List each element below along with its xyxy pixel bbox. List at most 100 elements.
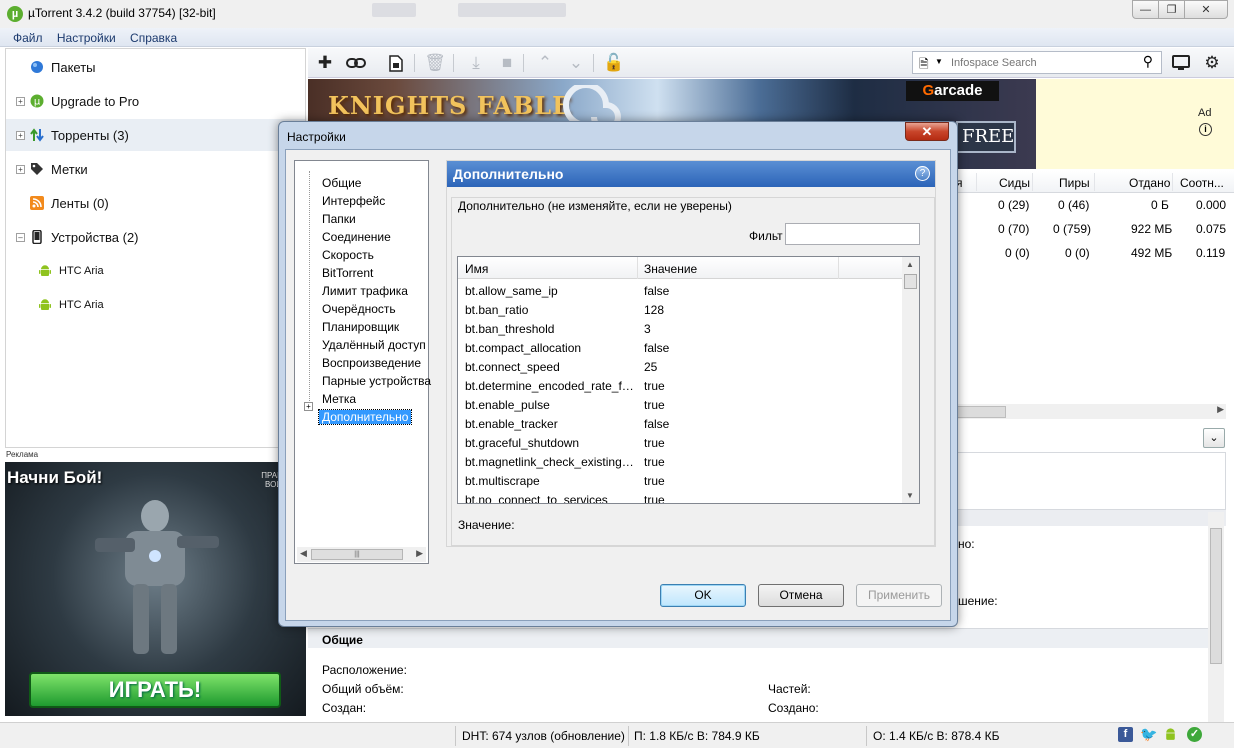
close-button[interactable]: ✕ (1184, 0, 1228, 19)
facebook-icon[interactable]: f (1118, 727, 1133, 742)
collapse-toggle[interactable]: – (16, 232, 25, 242)
collapse-details-button[interactable]: ⌄ (1203, 428, 1225, 448)
dialog-close-button[interactable]: ✕ (905, 122, 949, 141)
preferences-button[interactable]: ⚙ (1201, 53, 1223, 73)
expand-toggle[interactable]: + (16, 164, 25, 174)
scrollbar-thumb[interactable] (1210, 528, 1222, 664)
create-torrent-button[interactable] (385, 53, 407, 73)
menu-file[interactable]: Файл (13, 31, 43, 45)
caret-down-icon[interactable]: ▼ (935, 57, 943, 66)
table-row[interactable]: bt.magnetlink_check_existing_... true (458, 453, 903, 472)
maximize-button[interactable]: ❐ (1158, 0, 1185, 19)
move-up-button[interactable]: ⌃ (534, 53, 556, 73)
search-provider-icon[interactable]: 🗎 (919, 55, 929, 76)
remote-button[interactable] (1170, 53, 1192, 73)
tree-item-remote[interactable]: Удалённый доступ (322, 338, 426, 352)
tree-item-bandwidth[interactable]: Скорость (322, 248, 374, 262)
table-row[interactable]: bt.connect_speed 25 (458, 358, 903, 377)
tree-item-connection[interactable]: Соединение (322, 230, 391, 244)
play-free-button[interactable]: FREE (956, 121, 1016, 153)
apply-button[interactable]: Применить (856, 584, 942, 607)
scroll-right-arrow-icon[interactable]: ▶ (1217, 404, 1224, 415)
table-row[interactable]: bt.ban_threshold 3 (458, 320, 903, 339)
scroll-left-arrow-icon[interactable]: ◀ (300, 548, 307, 559)
column-header-value[interactable]: Значение (644, 262, 697, 276)
table-row[interactable]: bt.allow_same_ip false (458, 282, 903, 301)
advanced-settings-list[interactable]: Имя Значение bt.allow_same_ip false bt.ba… (457, 256, 920, 504)
sidebar-item-bundles[interactable]: Пакеты (6, 51, 305, 83)
filter-input[interactable] (785, 223, 920, 245)
list-vertical-scrollbar[interactable]: ▲ ▼ (902, 257, 919, 503)
expand-toggle[interactable]: + (16, 96, 25, 106)
table-row[interactable]: bt.enable_tracker false (458, 415, 903, 434)
table-row[interactable]: bt.multiscrape true (458, 472, 903, 491)
sidebar-item-device-htc-aria[interactable]: HTC Aria (6, 255, 305, 287)
list-horizontal-scrollbar[interactable]: ▶ (956, 404, 1226, 419)
tree-item-general[interactable]: Общие (322, 176, 361, 190)
tree-item-transfer-cap[interactable]: Лимит трафика (322, 284, 408, 298)
unlock-button[interactable]: 🔓 (603, 53, 625, 73)
add-torrent-button[interactable]: ✚ (314, 53, 336, 73)
cancel-button[interactable]: Отмена (758, 584, 844, 607)
tree-item-scheduler[interactable]: Планировщик (322, 320, 399, 334)
game-advertisement[interactable]: Начни Бой! ПРАВИЛА ВОЙНЫ ИГРАТЬ! (5, 462, 306, 716)
scrollbar-thumb[interactable] (956, 406, 1006, 418)
menu-settings[interactable]: Настройки (57, 31, 116, 45)
search-input[interactable] (951, 55, 1131, 70)
menu-help[interactable]: Справка (130, 31, 177, 45)
tree-item-playback[interactable]: Воспроизведение (322, 356, 421, 370)
table-row[interactable]: 0 (0) 0 (0) 492 МБ 0.119 (956, 242, 1234, 266)
scroll-up-arrow-icon[interactable]: ▲ (906, 260, 914, 269)
column-header-peers[interactable]: Пиры (1059, 176, 1090, 190)
scroll-down-arrow-icon[interactable]: ▼ (906, 491, 914, 500)
details-vertical-scrollbar[interactable] (1208, 512, 1224, 722)
tree-item-paired-devices[interactable]: Парные устройства (322, 374, 431, 388)
table-row[interactable]: bt.no_connect_to_services true (458, 491, 903, 503)
twitter-icon[interactable]: 🐦 (1140, 727, 1157, 742)
column-header-ratio[interactable]: Соотн... (1180, 176, 1224, 190)
connection-ok-icon[interactable]: ✓ (1187, 727, 1202, 742)
sidebar-item-device-htc-aria[interactable]: HTC Aria (6, 289, 305, 321)
add-url-button[interactable] (345, 53, 367, 73)
move-down-button[interactable]: ⌄ (565, 53, 587, 73)
tree-item-label[interactable]: Метка (322, 392, 356, 406)
tree-item-directories[interactable]: Папки (322, 212, 356, 226)
ad-info-icon[interactable]: i (1199, 123, 1212, 136)
scrollbar-thumb[interactable]: ||| (311, 549, 403, 560)
tree-item-bittorrent[interactable]: BitTorrent (322, 266, 373, 280)
help-icon[interactable]: ? (915, 166, 930, 181)
sidebar-item-labels[interactable]: + Метки (6, 153, 305, 185)
scrollbar-thumb[interactable] (904, 274, 917, 289)
upload-status[interactable]: О: 1.4 КБ/с В: 878.4 КБ (873, 729, 999, 743)
android-icon[interactable] (1163, 727, 1178, 742)
tree-item-advanced[interactable]: Дополнительно (317, 409, 413, 425)
column-header-name[interactable]: Имя (465, 262, 488, 276)
table-row[interactable]: 0 (70) 0 (759) 922 МБ 0.075 (956, 218, 1234, 242)
table-row[interactable]: bt.determine_encoded_rate_fo... true (458, 377, 903, 396)
sidebar-item-feeds[interactable]: Ленты (0) (6, 187, 305, 219)
tree-item-queueing[interactable]: Очерёдность (322, 302, 396, 316)
stop-button[interactable]: ■ (496, 53, 518, 73)
sidebar-item-torrents[interactable]: + Торренты (3) (6, 119, 305, 151)
start-button[interactable]: ⤓ (465, 53, 487, 73)
minimize-button[interactable]: — (1132, 0, 1159, 19)
scroll-right-arrow-icon[interactable]: ▶ (416, 548, 423, 559)
table-row[interactable]: bt.graceful_shutdown true (458, 434, 903, 453)
expand-toggle[interactable]: + (16, 130, 25, 140)
play-button[interactable]: ИГРАТЬ! (29, 672, 281, 708)
tree-expand-toggle[interactable]: + (304, 402, 313, 411)
sidebar-item-devices[interactable]: – Устройства (2) (6, 221, 305, 253)
dht-status[interactable]: DHT: 674 узлов (обновление) (462, 729, 625, 743)
sidebar-item-upgrade[interactable]: + µ Upgrade to Pro (6, 85, 305, 117)
column-header-uploaded[interactable]: Отдано (1129, 176, 1170, 190)
download-status[interactable]: П: 1.8 КБ/с В: 784.9 КБ (634, 729, 760, 743)
ok-button[interactable]: OK (660, 584, 746, 607)
search-icon[interactable]: ⚲ (1143, 53, 1153, 70)
table-row[interactable]: 0 (29) 0 (46) 0 Б 0.000 (956, 194, 1234, 218)
tree-item-interface[interactable]: Интерфейс (322, 194, 385, 208)
table-row[interactable]: bt.enable_pulse true (458, 396, 903, 415)
column-header-seeds[interactable]: Сиды (999, 176, 1030, 190)
search-box[interactable]: 🗎 ▼ ⚲ (912, 51, 1162, 74)
table-row[interactable]: bt.compact_allocation false (458, 339, 903, 358)
delete-button[interactable]: 🗑 (424, 53, 446, 73)
